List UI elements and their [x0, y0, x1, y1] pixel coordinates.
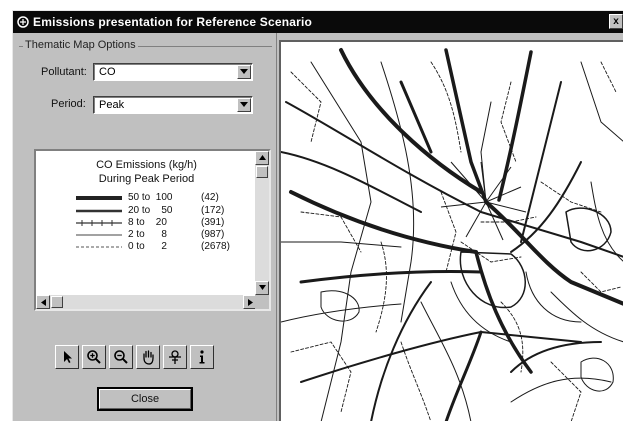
road-thick	[444, 330, 483, 421]
app-icon	[17, 16, 29, 28]
road-ring	[580, 357, 614, 392]
panel-divider	[272, 33, 277, 421]
legend-row: 20 to 50 (172)	[36, 205, 257, 217]
road-network-map[interactable]	[281, 42, 623, 421]
close-button[interactable]: Close	[97, 387, 193, 411]
period-select[interactable]: Peak	[93, 96, 253, 114]
zoom-out-button[interactable]	[109, 345, 133, 369]
map-toolbar	[55, 345, 251, 371]
centre-radial-road	[450, 161, 487, 203]
road-dashed	[440, 191, 457, 273]
close-icon[interactable]: x	[609, 14, 623, 29]
road-dashed	[430, 61, 462, 153]
legend-line-thin	[76, 234, 122, 236]
road-dashed	[375, 241, 387, 333]
road-thick	[339, 48, 483, 194]
pollutant-label: Pollutant:	[41, 66, 87, 78]
scroll-thumb[interactable]	[51, 296, 63, 308]
road-dashed	[500, 81, 517, 163]
legend-subtitle: During Peak Period	[98, 173, 195, 185]
zoom-in-icon	[87, 350, 101, 364]
road-medium	[300, 331, 582, 383]
legend-count: (987)	[201, 229, 225, 240]
road-dashed	[550, 361, 582, 421]
road-dashed	[600, 61, 617, 93]
scroll-down-button[interactable]	[255, 281, 269, 295]
map-view[interactable]	[279, 40, 623, 421]
pollutant-select[interactable]: CO	[93, 63, 253, 81]
road-medium	[281, 151, 422, 213]
road-ring	[320, 290, 360, 322]
legend-count: (172)	[201, 205, 225, 216]
legend-row: 2 to 8 (987)	[36, 229, 257, 241]
legend-line-thick	[76, 196, 122, 200]
road-thin	[510, 377, 612, 403]
legend-count: (391)	[201, 217, 225, 228]
centre-radial-road	[465, 201, 487, 238]
group-label: Thematic Map Options	[23, 39, 138, 51]
legend-range: 20 to 50	[128, 205, 173, 216]
arrow-left-icon	[41, 299, 46, 306]
pan-button[interactable]	[136, 345, 160, 369]
arrow-down-icon	[259, 285, 266, 290]
pan-hand-icon	[143, 350, 154, 365]
road-medium	[520, 81, 562, 243]
identify-button[interactable]	[163, 345, 187, 369]
road-dashed	[500, 301, 524, 373]
legend-horizontal-scrollbar[interactable]	[36, 295, 257, 309]
road-thick	[399, 80, 433, 154]
road-thin	[420, 301, 472, 421]
close-button-label: Close	[99, 389, 191, 409]
road-thick	[289, 190, 478, 254]
arrow-up-icon	[259, 155, 266, 160]
legend-range: 2 to 8	[128, 229, 167, 240]
road-thin	[281, 241, 402, 248]
legend-row: 50 to 100 (42)	[36, 192, 257, 204]
road-thick	[299, 270, 483, 284]
legend-count: (2678)	[201, 241, 230, 252]
zoom-out-icon	[114, 350, 128, 364]
legend-row: 0 to 2 (2678)	[36, 241, 257, 253]
road-thin	[580, 61, 623, 142]
road-thin	[480, 101, 492, 203]
zoom-in-button[interactable]	[82, 345, 106, 369]
road-dashed	[400, 341, 432, 421]
scroll-thumb[interactable]	[256, 166, 268, 178]
pointer-icon	[64, 351, 72, 363]
legend-count: (42)	[201, 192, 219, 203]
pollutant-dropdown-button[interactable]	[237, 65, 251, 79]
period-dropdown-button[interactable]	[237, 98, 251, 112]
scroll-left-button[interactable]	[36, 295, 50, 309]
legend-line-ticked	[76, 220, 122, 226]
legend-title: CO Emissions (kg/h)	[96, 159, 197, 171]
legend-range: 0 to 2	[128, 241, 167, 252]
title-bar[interactable]: Emissions presentation for Reference Sce…	[13, 11, 623, 33]
period-label: Period:	[51, 98, 86, 110]
thematic-map-options-group: Thematic Map Options	[19, 39, 277, 137]
window-title: Emissions presentation for Reference Sce…	[33, 15, 313, 29]
scroll-corner	[255, 295, 269, 309]
road-ring	[459, 251, 526, 309]
chevron-down-icon	[240, 102, 248, 107]
road-thin	[525, 271, 582, 323]
legend-line-dashed	[76, 246, 122, 248]
legend-panel[interactable]: CO Emissions (kg/h) During Peak Period 5…	[34, 149, 271, 311]
pointer-button[interactable]	[55, 345, 79, 369]
info-icon	[199, 350, 205, 364]
scroll-up-button[interactable]	[255, 151, 269, 165]
period-value: Peak	[99, 99, 125, 111]
info-button[interactable]	[190, 345, 214, 369]
legend-range: 50 to 100	[128, 192, 173, 203]
pollutant-value: CO	[99, 66, 116, 78]
road-thick	[484, 200, 623, 306]
legend-range: 8 to 20	[128, 217, 167, 228]
arrow-right-icon	[248, 299, 253, 306]
legend-line-medium	[76, 209, 122, 213]
legend-vertical-scrollbar[interactable]	[255, 151, 269, 295]
emissions-window: Emissions presentation for Reference Sce…	[12, 10, 623, 421]
road-dashed	[290, 341, 352, 413]
chevron-down-icon	[240, 69, 248, 74]
identify-icon	[169, 350, 181, 364]
legend-row: 8 to 20 (391)	[36, 217, 257, 229]
